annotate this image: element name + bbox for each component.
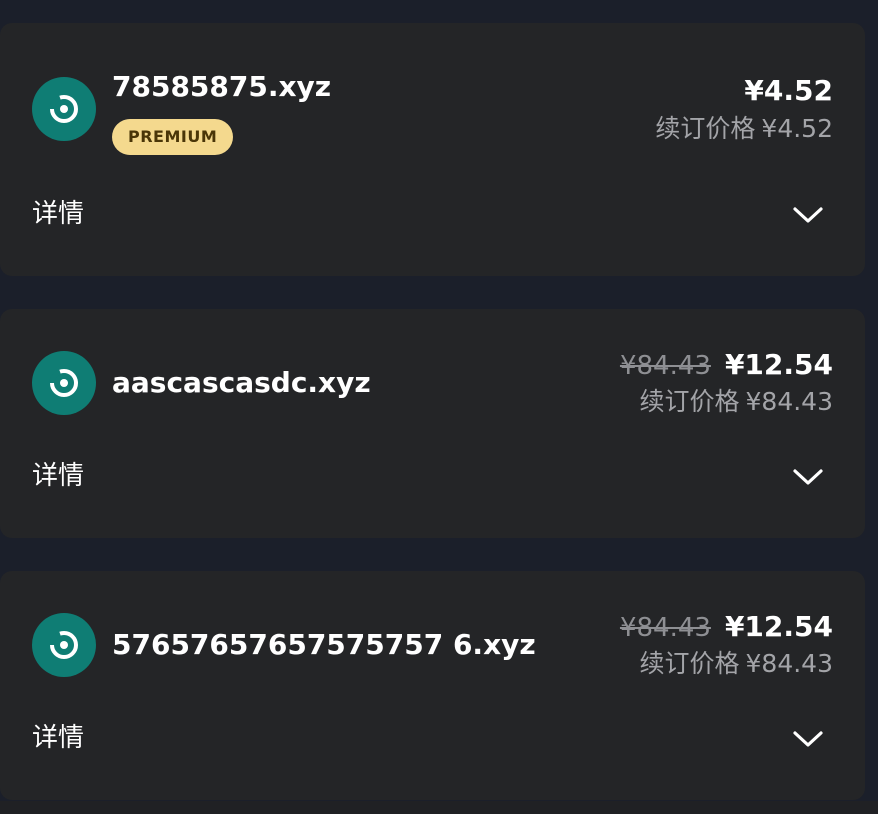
chevron-down-icon[interactable] (791, 466, 825, 488)
domain-name: aascascasdc.xyz (112, 366, 371, 399)
domain-disc-icon (32, 77, 96, 141)
original-price: ¥84.43 (619, 613, 711, 643)
chevron-down-icon[interactable] (791, 728, 825, 750)
bottom-divider (0, 801, 878, 814)
price-row: ¥84.43 ¥12.54 (620, 347, 833, 387)
price-row: ¥84.43 ¥12.54 (620, 609, 833, 649)
details-label: 详情 (32, 199, 85, 229)
domain-card: aascascasdc.xyz ¥84.43 ¥12.54 续订价格 ¥84.43 … (0, 309, 865, 538)
original-price: ¥84.43 (619, 351, 711, 381)
current-price: ¥12.54 (724, 610, 833, 643)
domain-card: 57657657657575757 6.xyz ¥84.43 ¥12.54 续订价… (0, 571, 865, 800)
renewal-price: ¥84.43 (745, 387, 833, 416)
domain-name: 57657657657575757 6.xyz (112, 628, 536, 661)
renewal-price: ¥4.52 (761, 114, 833, 143)
renewal-label: 续订价格 (655, 114, 756, 143)
renewal-price: ¥84.43 (745, 649, 833, 678)
renewal-label: 续订价格 (639, 387, 740, 416)
price-row: ¥4.52 (744, 73, 833, 113)
domain-name: 78585875.xyz (112, 70, 332, 103)
details-label: 详情 (32, 461, 85, 491)
domain-card: 78585875.xyz PREMIUM ¥4.52 续订价格 ¥4.52 详情 (0, 23, 865, 276)
chevron-down-icon[interactable] (791, 204, 825, 226)
renewal-price-row: 续订价格 ¥4.52 (655, 113, 833, 145)
current-price: ¥4.52 (744, 74, 833, 107)
domain-disc-icon (32, 351, 96, 415)
domain-disc-icon (32, 613, 96, 677)
details-label: 详情 (32, 723, 85, 753)
premium-badge: PREMIUM (112, 119, 234, 155)
renewal-price-row: 续订价格 ¥84.43 (640, 648, 834, 680)
current-price: ¥12.54 (724, 348, 833, 381)
renewal-price-row: 续订价格 ¥84.43 (640, 386, 834, 418)
renewal-label: 续订价格 (639, 649, 740, 678)
